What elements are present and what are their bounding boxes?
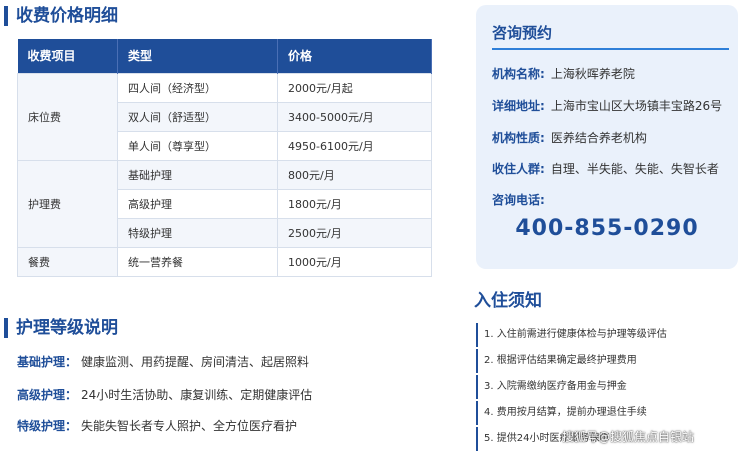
type-cell: 双人间（舒适型）: [117, 101, 278, 132]
card-divider: [492, 48, 729, 50]
info-value: 自理、半失能、失能、失智长者: [550, 162, 719, 176]
table-row: 餐费 统一营养餐 1000元/月: [17, 246, 432, 277]
notice-section-title: 入住须知: [474, 291, 542, 311]
consult-card: 咨询预约 机构名称: 上海秋晖养老院 详细地址: 上海市宝山区大场镇丰宝路26号 机…: [476, 5, 738, 269]
info-key: 咨询电话:: [492, 193, 545, 207]
info-value: 上海秋晖养老院: [550, 67, 635, 81]
care-level-label: 高级护理：: [17, 388, 78, 402]
list-item: 2. 根据评估结果确定最终护理费用: [476, 349, 738, 373]
table-row: 护理费 基础护理 800元/月: [17, 159, 432, 248]
care-level-text: 失能失智长者专人照护、全方位医疗看护: [81, 419, 298, 433]
type-cell: 高级护理: [117, 188, 278, 219]
type-cell: 基础护理: [117, 159, 278, 190]
header-type: 类型: [117, 39, 278, 73]
category-cell: 护理费: [17, 159, 118, 248]
phone-number[interactable]: 400-855-0290: [476, 216, 738, 241]
price-cell: 1000元/月: [277, 246, 432, 277]
type-cell: 单人间（尊享型）: [117, 130, 278, 161]
header-price: 价格: [277, 39, 432, 73]
price-cell: 800元/月: [277, 159, 432, 190]
consult-card-title: 咨询预约: [492, 24, 553, 42]
info-key: 机构性质:: [492, 131, 545, 145]
care-level-basic: 基础护理： 健康监测、用药提醒、房间清洁、起居照料: [17, 353, 309, 370]
type-cell: 特级护理: [117, 217, 278, 248]
header-category: 收费项目: [17, 39, 118, 73]
info-key: 详细地址:: [492, 99, 545, 113]
category-cell: 床位费: [17, 72, 118, 161]
info-row-address: 详细地址: 上海市宝山区大场镇丰宝路26号: [492, 97, 722, 114]
fee-section-title: 收费价格明细: [4, 6, 118, 26]
care-section-title: 护理等级说明: [4, 318, 118, 338]
list-item: 4. 费用按月结算，提前办理退住手续: [476, 401, 738, 425]
care-level-text: 健康监测、用药提醒、房间清洁、起居照料: [81, 355, 310, 369]
price-cell: 4950-6100元/月: [277, 130, 432, 161]
info-row-residents: 收住人群: 自理、半失能、失能、失智长者: [492, 160, 719, 177]
care-level-advanced: 高级护理： 24小时生活协助、康复训练、定期健康评估: [17, 386, 312, 403]
price-cell: 2000元/月起: [277, 72, 432, 103]
price-cell: 2500元/月: [277, 217, 432, 248]
price-cell: 1800元/月: [277, 188, 432, 219]
care-level-label: 特级护理：: [17, 419, 78, 433]
price-cell: 3400-5000元/月: [277, 101, 432, 132]
info-row-phone-label: 咨询电话:: [492, 191, 551, 208]
care-level-special: 特级护理： 失能失智长者专人照护、全方位医疗看护: [17, 417, 297, 434]
list-item: 1. 入住前需进行健康体检与护理等级评估: [476, 323, 738, 347]
info-key: 机构名称:: [492, 67, 545, 81]
info-row-type: 机构性质: 医养结合养老机构: [492, 129, 647, 146]
info-value: 医养结合养老机构: [550, 131, 647, 145]
type-cell: 四人间（经济型）: [117, 72, 278, 103]
fee-table-header: 收费项目 类型 价格: [17, 39, 432, 73]
fee-table: 收费项目 类型 价格 床位费 四人间（经济型） 2000元/月起 双人间（舒适型…: [17, 39, 432, 277]
info-row-name: 机构名称: 上海秋晖养老院: [492, 65, 635, 82]
care-level-text: 24小时生活协助、康复训练、定期健康评估: [81, 388, 313, 402]
category-cell: 餐费: [17, 246, 118, 277]
info-key: 收住人群:: [492, 162, 545, 176]
care-level-label: 基础护理：: [17, 355, 78, 369]
table-row: 床位费 四人间（经济型） 2000元/月起: [17, 72, 432, 161]
watermark: 搜狐号@搜狐焦点自银站: [562, 430, 695, 444]
info-value: 上海市宝山区大场镇丰宝路26号: [550, 99, 723, 113]
type-cell: 统一营养餐: [117, 246, 278, 277]
list-item: 3. 入院需缴纳医疗备用金与押金: [476, 375, 738, 399]
